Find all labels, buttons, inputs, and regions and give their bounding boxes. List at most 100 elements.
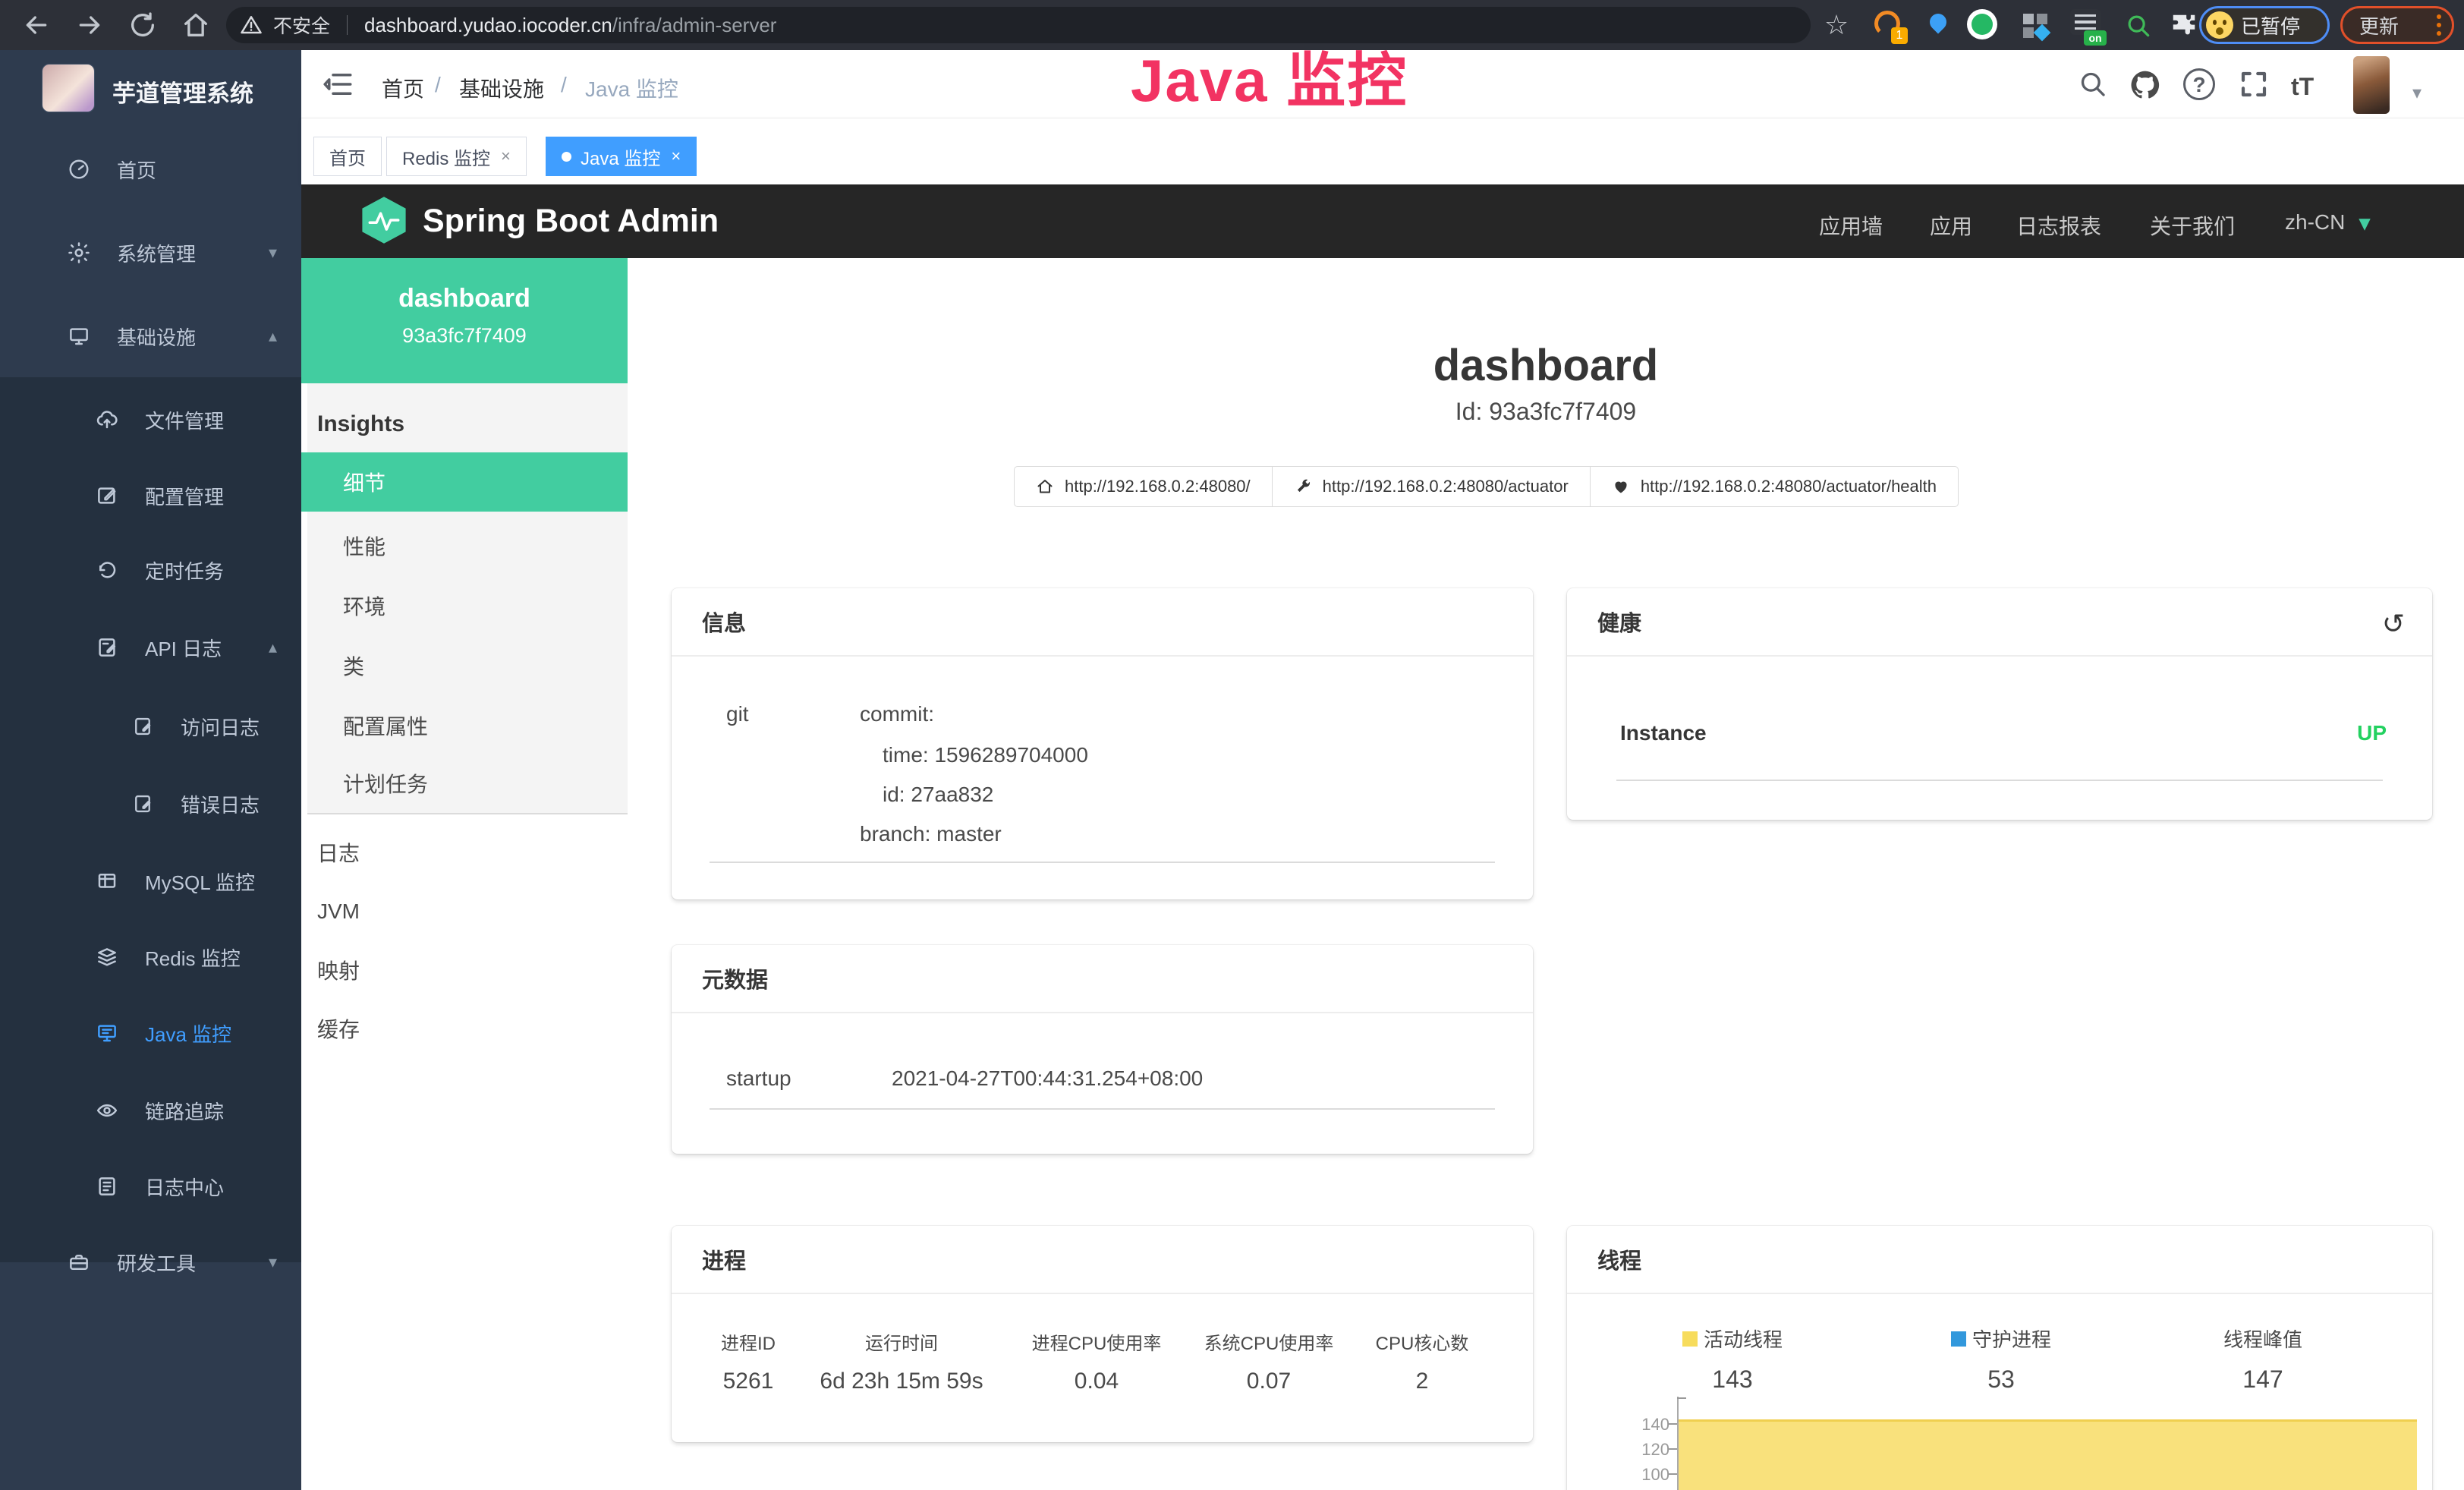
github-icon[interactable] bbox=[2129, 68, 2162, 102]
search-icon[interactable] bbox=[2077, 68, 2107, 99]
update-button[interactable]: 更新 bbox=[2340, 6, 2454, 44]
process-val-proc-cpu: 0.04 bbox=[1075, 1369, 1119, 1394]
health-url-button[interactable]: http://192.168.0.2:48080/actuator/health bbox=[1590, 466, 1959, 507]
extension-y-icon[interactable] bbox=[1967, 9, 2000, 43]
sidebar-item-mysql[interactable]: MySQL 监控 bbox=[0, 859, 301, 903]
tab-java-monitor[interactable]: Java 监控 × bbox=[546, 137, 697, 176]
sidebar-item-error-log[interactable]: 错误日志 bbox=[0, 782, 301, 826]
help-icon[interactable]: ? bbox=[2183, 68, 2215, 100]
breadcrumb-infra[interactable]: 基础设施 bbox=[459, 73, 544, 103]
sba-nav-about[interactable]: 关于我们 bbox=[2150, 210, 2235, 241]
breadcrumb-home[interactable]: 首页 bbox=[382, 73, 424, 103]
url-host: dashboard.yudao.iocoder.cn bbox=[364, 14, 612, 36]
sba-item-scheduled-tasks[interactable]: 计划任务 bbox=[301, 754, 628, 813]
address-bar[interactable]: 不安全 dashboard.yudao.iocoder.cn/infra/adm… bbox=[226, 7, 1811, 43]
sidebar-item-files[interactable]: 文件管理 bbox=[0, 398, 301, 442]
app-sidebar: 芋道管理系统 首页 系统管理 ▾ 基础设施 ▴ 文件管理 配置管理 定时任务 bbox=[0, 50, 301, 1490]
fullscreen-icon[interactable] bbox=[2238, 68, 2270, 100]
sba-nav-applications[interactable]: 应用 bbox=[1930, 210, 1972, 241]
extension-grid-icon[interactable] bbox=[2019, 9, 2052, 43]
locale-chevron-icon[interactable]: ▾ bbox=[2359, 210, 2370, 235]
legend-peak-threads: 线程峰值 bbox=[2223, 1325, 2302, 1353]
extension-refresh-icon[interactable]: 1 bbox=[1873, 9, 1906, 43]
sba-nav-journal[interactable]: 日志报表 bbox=[2016, 210, 2101, 241]
extension-pin-icon[interactable] bbox=[1921, 9, 1955, 43]
instance-id: 93a3fc7f7409 bbox=[301, 313, 628, 348]
sidebar-item-access-log[interactable]: 访问日志 bbox=[0, 704, 301, 748]
history-icon[interactable]: ↺ bbox=[2382, 608, 2405, 640]
row-divider bbox=[710, 862, 1495, 863]
chevron-up-icon: ▴ bbox=[269, 326, 277, 346]
active-dot bbox=[562, 152, 571, 162]
breadcrumb-separator: / bbox=[435, 73, 441, 97]
git-commit-line: commit: bbox=[860, 702, 934, 726]
forward-icon[interactable] bbox=[74, 10, 105, 40]
url-text[interactable]: dashboard.yudao.iocoder.cn/infra/admin-s… bbox=[364, 14, 776, 37]
tab-home[interactable]: 首页 bbox=[313, 137, 382, 176]
sidebar-item-system[interactable]: 系统管理 ▾ bbox=[0, 231, 301, 275]
git-time-line: time: 1596289704000 bbox=[883, 743, 1088, 767]
sidebar-item-log-center[interactable]: 日志中心 bbox=[0, 1164, 301, 1208]
y-circle bbox=[1967, 9, 1997, 39]
sba-item-jvm[interactable]: JVM bbox=[301, 882, 628, 941]
git-branch-line: branch: master bbox=[860, 822, 1002, 846]
reload-icon[interactable] bbox=[127, 10, 158, 40]
actuator-url-button[interactable]: http://192.168.0.2:48080/actuator bbox=[1272, 466, 1591, 507]
avatar-caret-icon[interactable]: ▾ bbox=[2412, 82, 2422, 104]
recording-paused-pill[interactable]: 已暂停 bbox=[2199, 6, 2330, 44]
annotation-java-monitor: Java 监控 bbox=[1131, 33, 1408, 118]
sidebar-item-home[interactable]: 首页 bbox=[0, 147, 301, 191]
sba-item-mappings[interactable]: 映射 bbox=[301, 940, 628, 1000]
process-val-cores: 2 bbox=[1416, 1369, 1429, 1394]
sba-item-config-props[interactable]: 配置属性 bbox=[301, 696, 628, 755]
sba-nav-locale[interactable]: zh-CN bbox=[2285, 210, 2345, 235]
extensions-puzzle-icon[interactable] bbox=[2167, 9, 2201, 43]
sidebar-item-infra[interactable]: 基础设施 ▴ bbox=[0, 314, 301, 358]
close-icon[interactable]: × bbox=[671, 146, 681, 166]
sba-item-metrics[interactable]: 性能 bbox=[301, 516, 628, 575]
sidebar-item-config[interactable]: 配置管理 bbox=[0, 474, 301, 518]
text-size-icon[interactable]: tT bbox=[2291, 73, 2314, 101]
sba-item-details[interactable]: 细节 bbox=[301, 452, 628, 512]
tab-redis-monitor[interactable]: Redis 监控 × bbox=[386, 137, 527, 176]
sba-item-environment[interactable]: 环境 bbox=[301, 576, 628, 635]
sba-item-loggers[interactable]: 日志 bbox=[301, 823, 628, 882]
grid-sq bbox=[2023, 27, 2034, 38]
omnibox-divider bbox=[347, 15, 348, 35]
extension-list-icon[interactable]: on bbox=[2070, 9, 2104, 43]
sba-nav-wall[interactable]: 应用墙 bbox=[1819, 210, 1883, 241]
daemon-threads-value: 53 bbox=[1987, 1366, 2015, 1394]
sidebar-item-redis[interactable]: Redis 监控 bbox=[0, 935, 301, 979]
sba-item-classes[interactable]: 类 bbox=[301, 636, 628, 695]
y-tick-120: 120 bbox=[1624, 1440, 1669, 1460]
timer-history-icon bbox=[95, 559, 119, 581]
home-icon[interactable] bbox=[181, 10, 211, 40]
menu-dots-icon[interactable] bbox=[2437, 14, 2441, 36]
sba-brand[interactable]: Spring Boot Admin bbox=[423, 203, 719, 240]
user-avatar[interactable] bbox=[2353, 56, 2390, 114]
y-inner bbox=[1972, 14, 1993, 35]
sidebar-item-tracing[interactable]: 链路追踪 bbox=[0, 1088, 301, 1132]
instance-header[interactable]: dashboard 93a3fc7f7409 bbox=[301, 258, 628, 383]
spring-boot-admin-logo bbox=[359, 195, 409, 245]
close-icon[interactable]: × bbox=[501, 146, 511, 166]
sidebar-item-java-monitor[interactable]: Java 监控 bbox=[0, 1011, 301, 1055]
breadcrumb-separator: / bbox=[561, 73, 567, 97]
security-label[interactable]: 不安全 bbox=[273, 11, 330, 39]
process-val-uptime: 6d 23h 15m 59s bbox=[820, 1369, 983, 1394]
health-card: 健康 ↺ Instance UP bbox=[1567, 588, 2432, 820]
process-col-pid: 进程ID bbox=[721, 1328, 776, 1355]
back-icon[interactable] bbox=[21, 10, 52, 40]
gear-icon bbox=[67, 241, 91, 264]
extension-search-icon[interactable] bbox=[2122, 9, 2155, 43]
sidebar-item-jobs[interactable]: 定时任务 bbox=[0, 548, 301, 592]
sidebar-fold-icon[interactable] bbox=[323, 68, 354, 100]
wrench-icon bbox=[1294, 477, 1312, 496]
sba-item-caches[interactable]: 缓存 bbox=[301, 999, 628, 1058]
pin-shape bbox=[1926, 10, 1949, 33]
service-url-button[interactable]: http://192.168.0.2:48080/ bbox=[1014, 466, 1273, 507]
sidebar-item-api-log[interactable]: API 日志 ▴ bbox=[0, 625, 301, 669]
bookmark-star-icon[interactable]: ☆ bbox=[1820, 9, 1853, 43]
sba-section-insights: Insights bbox=[301, 395, 628, 454]
sidebar-item-devtools[interactable]: 研发工具 ▾ bbox=[0, 1240, 301, 1284]
